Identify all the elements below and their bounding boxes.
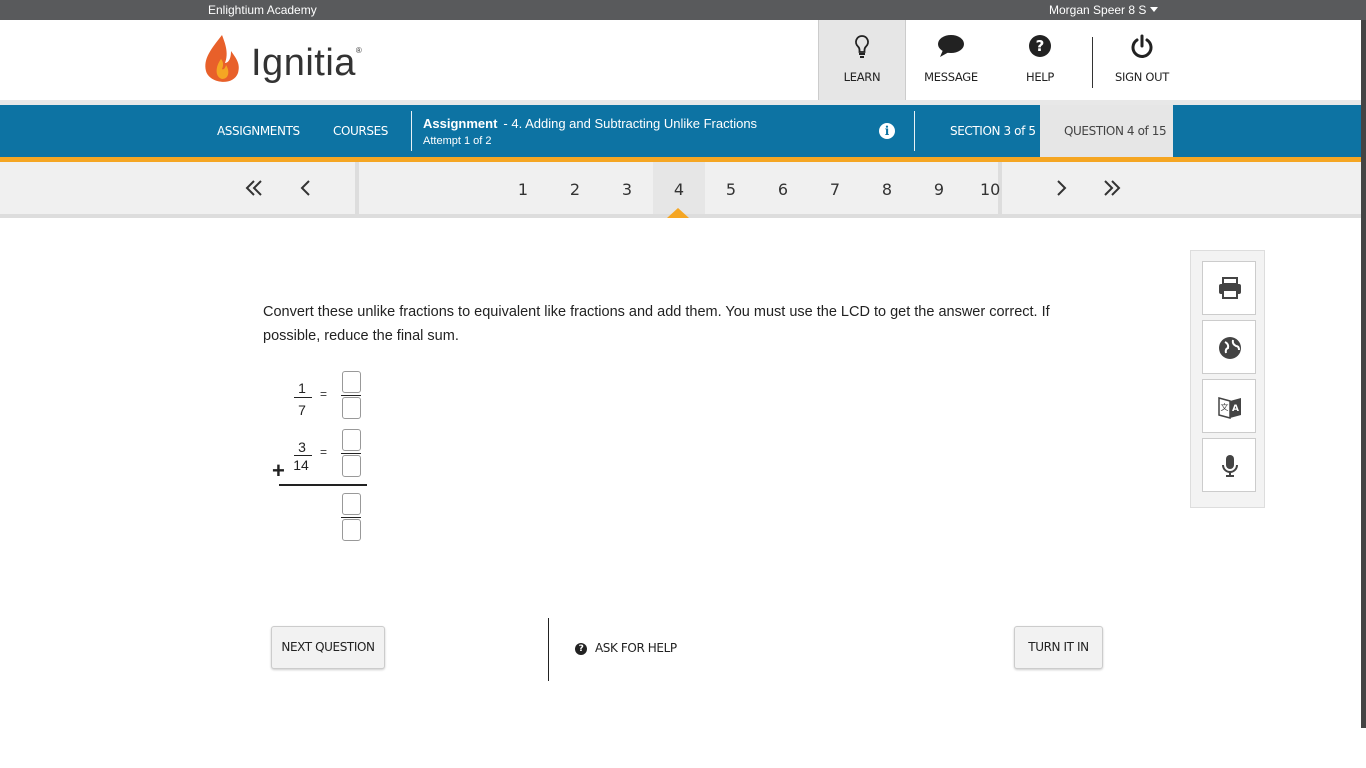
bar-divider (914, 111, 915, 151)
assignment-name: - 4. Adding and Subtracting Unlike Fract… (503, 116, 758, 131)
page-8-link[interactable]: 8 (877, 180, 897, 199)
next-question-button[interactable]: NEXT QUESTION (271, 626, 385, 669)
answer1-bar (341, 395, 361, 396)
help-circle-icon: ? (575, 643, 587, 655)
brand-name: Ignitia (251, 42, 356, 84)
question-counter: QUESTION 4 of 15 (1064, 124, 1167, 138)
globe-button[interactable] (1202, 320, 1256, 374)
svg-text:?: ? (1036, 37, 1045, 55)
sign-out-label[interactable]: SIGN OUT (1100, 70, 1184, 84)
action-divider (548, 618, 549, 681)
fraction2-bar (294, 455, 312, 456)
assignment-label: Assignment (423, 116, 498, 131)
learn-button[interactable]: LEARN (818, 20, 906, 100)
page-4-link[interactable]: 4 (669, 180, 689, 199)
page-6-link[interactable]: 6 (773, 180, 793, 199)
lightbulb-icon (854, 34, 870, 63)
assignment-bar: ASSIGNMENTS COURSES Assignment - 4. Addin… (0, 105, 1366, 162)
svg-text:文: 文 (1221, 402, 1229, 412)
fraction1-denominator-input[interactable] (342, 397, 361, 419)
attempt-count: Attempt 1 of 2 (423, 135, 492, 147)
user-name[interactable]: Morgan Speer 8 S (1049, 3, 1146, 17)
first-page-icon[interactable] (245, 178, 263, 203)
last-page-icon[interactable] (1103, 178, 1121, 203)
learn-label[interactable]: LEARN (819, 70, 905, 84)
plus-operator: + (272, 458, 285, 483)
page-9-link[interactable]: 9 (929, 180, 949, 199)
pager-divider (355, 162, 359, 214)
courses-link[interactable]: COURSES (333, 124, 388, 138)
previous-page-icon[interactable] (300, 178, 312, 203)
assignment-title: Assignment - 4. Adding and Subtracting Un… (423, 116, 757, 131)
page-3-link[interactable]: 3 (617, 180, 637, 199)
fraction1-numerator-input[interactable] (342, 371, 361, 393)
sum-numerator-input[interactable] (342, 493, 361, 515)
page-10-link[interactable]: 10 (980, 180, 1000, 199)
message-label[interactable]: MESSAGE (906, 70, 996, 84)
sum-denominator-input[interactable] (342, 519, 361, 541)
page-1-link[interactable]: 1 (513, 180, 533, 199)
fraction2-denominator-input[interactable] (342, 455, 361, 477)
page-7-link[interactable]: 7 (825, 180, 845, 199)
info-icon[interactable]: i (879, 123, 895, 139)
page-5-link[interactable]: 5 (721, 180, 741, 199)
sign-out-button[interactable]: SIGN OUT (1100, 20, 1184, 100)
equals-sign: = (320, 387, 328, 401)
fraction1-denominator: 7 (298, 402, 306, 418)
ask-for-help-link[interactable]: ? ASK FOR HELP (575, 641, 677, 655)
scrollbar[interactable] (1361, 20, 1366, 728)
ask-for-help-label[interactable]: ASK FOR HELP (595, 641, 677, 655)
translate-button[interactable]: A文 (1202, 379, 1256, 433)
chat-bubble-icon (937, 34, 965, 61)
page-2-link[interactable]: 2 (565, 180, 585, 199)
organization-name: Enlightium Academy (208, 3, 317, 17)
brand-mark: ® (355, 46, 363, 55)
top-bar: Enlightium Academy Morgan Speer 8 S (0, 0, 1366, 20)
answer2-bar (341, 453, 361, 454)
active-page-marker (667, 208, 689, 218)
print-button[interactable] (1202, 261, 1256, 315)
svg-text:A: A (1232, 404, 1239, 414)
fraction2-numerator-input[interactable] (342, 429, 361, 451)
fraction1-bar (294, 397, 312, 398)
nav-divider (1092, 37, 1093, 88)
caret-down-icon[interactable] (1150, 7, 1159, 12)
bar-divider (411, 111, 412, 151)
sum-line (279, 484, 367, 486)
fraction1-numerator: 1 (298, 380, 306, 396)
section-indicator: SECTION 3 of 5 (950, 124, 1036, 138)
brand-logo: Ignitia® (251, 42, 362, 85)
microphone-button[interactable] (1202, 438, 1256, 492)
power-icon (1129, 34, 1155, 63)
help-button[interactable]: ? HELP (996, 20, 1084, 100)
help-circle-icon: ? (1028, 34, 1052, 61)
help-label[interactable]: HELP (996, 70, 1084, 84)
question-prompt: Convert these unlike fractions to equiva… (263, 304, 1050, 344)
fraction2-denominator: 14 (293, 457, 309, 473)
next-page-icon[interactable] (1055, 178, 1067, 203)
equals-sign: = (320, 445, 328, 459)
flame-logo-icon (203, 33, 241, 94)
turn-it-in-button[interactable]: TURN IT IN (1014, 626, 1103, 669)
message-button[interactable]: MESSAGE (906, 20, 996, 100)
user-menu[interactable]: Morgan Speer 8 S (1049, 3, 1159, 17)
tools-panel: A文 (1190, 250, 1265, 508)
assignments-link[interactable]: ASSIGNMENTS (217, 124, 300, 138)
question-indicator: QUESTION 4 of 15 (1040, 105, 1173, 162)
fraction2-numerator: 3 (298, 439, 306, 455)
sum-bar (341, 517, 361, 518)
